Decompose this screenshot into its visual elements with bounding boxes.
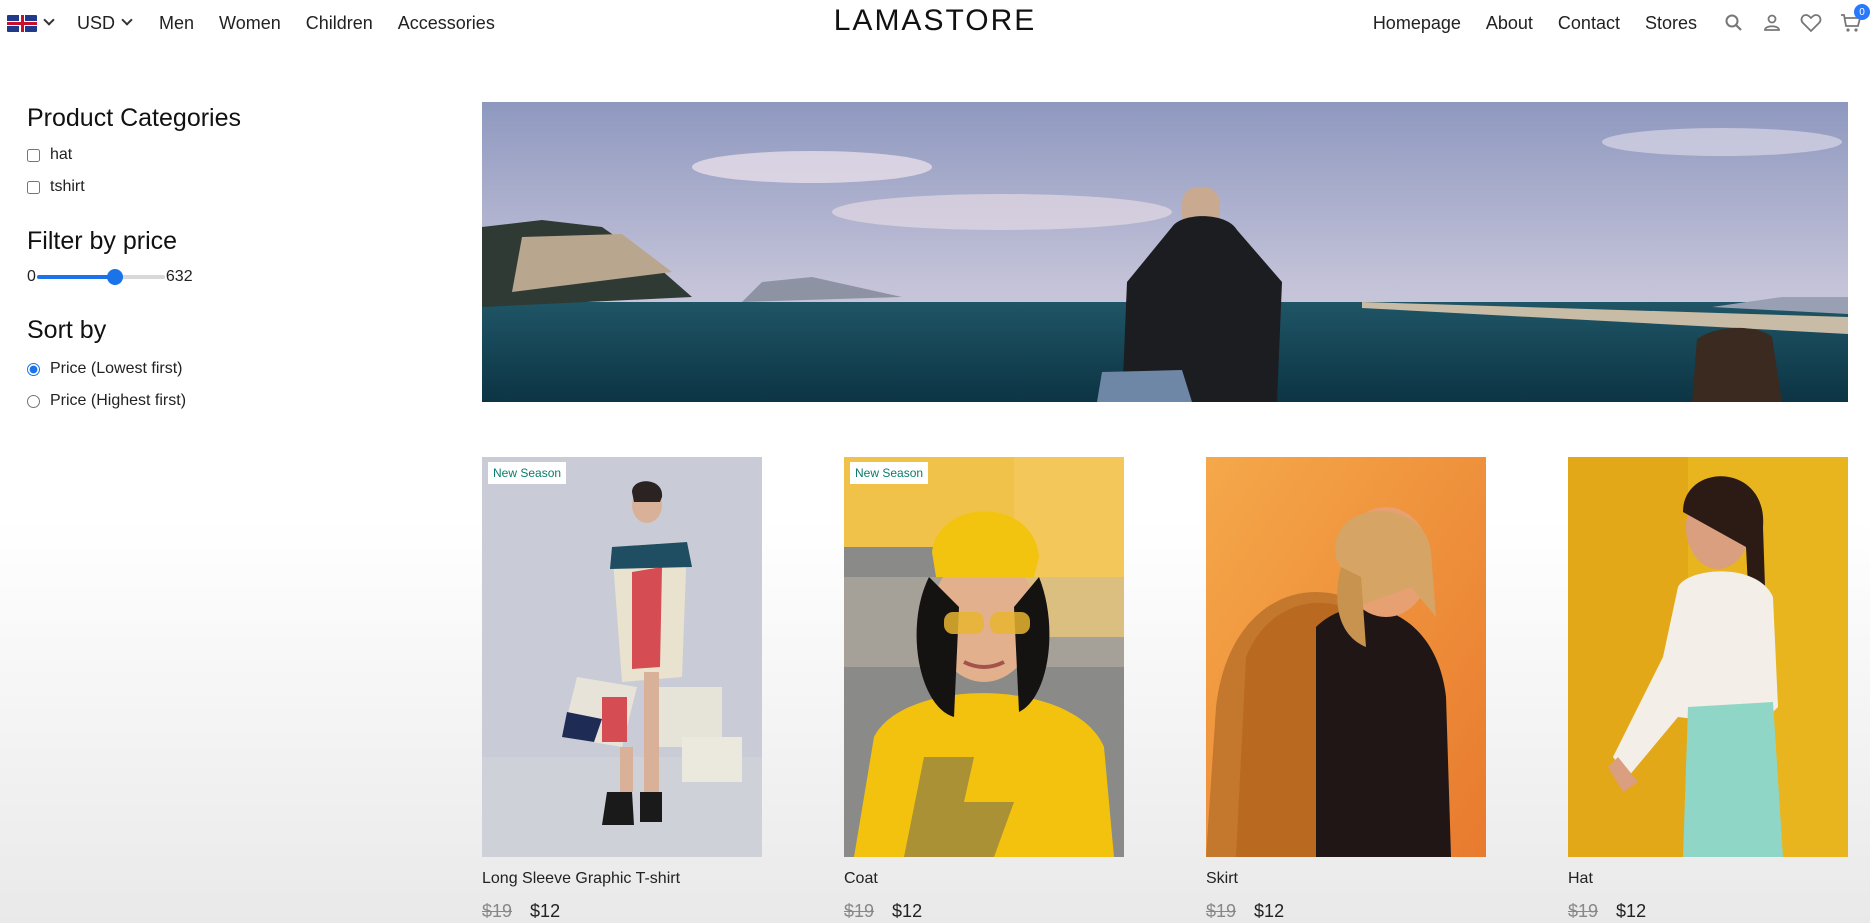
cart-button[interactable]: 0 bbox=[1840, 4, 1870, 33]
current-price: $12 bbox=[530, 901, 561, 921]
product-prices: $19 $12 bbox=[1568, 901, 1848, 922]
nav-link-stores[interactable]: Stores bbox=[1645, 13, 1697, 34]
old-price: $19 bbox=[1568, 901, 1599, 921]
old-price: $19 bbox=[844, 901, 875, 921]
language-selector[interactable] bbox=[7, 14, 55, 32]
product-image[interactable] bbox=[1568, 457, 1848, 857]
chevron-down-icon bbox=[43, 14, 55, 26]
nav-link-men[interactable]: Men bbox=[159, 13, 194, 34]
sort-highest-radio[interactable] bbox=[27, 394, 40, 408]
product-image[interactable]: New Season bbox=[844, 457, 1124, 857]
nav-links-left: Men Women Children Accessories bbox=[159, 13, 495, 34]
product-image[interactable] bbox=[1206, 457, 1486, 857]
price-max-label: 632 bbox=[165, 268, 193, 285]
sort-option-lowest[interactable]: Price (Lowest first) bbox=[27, 359, 357, 379]
current-price: $12 bbox=[892, 901, 923, 921]
product-title[interactable]: Coat bbox=[844, 870, 1124, 888]
currency-selector[interactable]: USD bbox=[77, 12, 133, 34]
uk-flag-icon bbox=[7, 14, 37, 32]
sort-lowest-radio[interactable] bbox=[27, 362, 40, 376]
current-price: $12 bbox=[1254, 901, 1285, 921]
nav-link-homepage[interactable]: Homepage bbox=[1373, 13, 1461, 34]
category-banner-image bbox=[482, 102, 1848, 402]
product-title[interactable]: Long Sleeve Graphic T-shirt bbox=[482, 870, 762, 888]
product-prices: $19 $12 bbox=[482, 901, 762, 922]
price-slider[interactable] bbox=[36, 269, 165, 285]
sort-title: Sort by bbox=[27, 316, 107, 344]
old-price: $19 bbox=[1206, 901, 1237, 921]
nav-link-women[interactable]: Women bbox=[219, 13, 281, 34]
currency-label: USD bbox=[77, 12, 116, 33]
navbar-right: Homepage About Contact Stores 0 bbox=[1373, 4, 1870, 34]
category-label: hat bbox=[50, 146, 73, 163]
price-filter: 0 632 bbox=[27, 268, 357, 286]
nav-link-about[interactable]: About bbox=[1486, 13, 1533, 34]
product-card[interactable]: New Season Long Sleeve Graphic T-shirt $… bbox=[482, 457, 762, 922]
old-price: $19 bbox=[482, 901, 513, 921]
nav-icons: 0 bbox=[1724, 4, 1870, 33]
price-min-label: 0 bbox=[27, 268, 36, 285]
categories-title: Product Categories bbox=[27, 104, 242, 132]
filter-sidebar: Product Categories hat tshirt Filter by … bbox=[27, 104, 357, 411]
heart-icon[interactable] bbox=[1800, 13, 1822, 33]
product-prices: $19 $12 bbox=[1206, 901, 1486, 922]
sort-option-highest[interactable]: Price (Highest first) bbox=[27, 391, 357, 411]
category-label: tshirt bbox=[50, 178, 85, 195]
category-tshirt[interactable]: tshirt bbox=[27, 177, 357, 197]
product-grid: New Season Long Sleeve Graphic T-shirt $… bbox=[482, 457, 1848, 922]
navbar: USD Men Women Children Accessories LAMAS… bbox=[0, 0, 1870, 46]
cart-count-badge: 0 bbox=[1854, 4, 1870, 20]
product-title[interactable]: Hat bbox=[1568, 870, 1848, 888]
category-hat[interactable]: hat bbox=[27, 145, 357, 165]
product-card[interactable]: New Season Coat $19 $12 bbox=[844, 457, 1124, 922]
new-season-badge: New Season bbox=[850, 462, 929, 484]
chevron-down-icon bbox=[121, 14, 133, 26]
person-icon[interactable] bbox=[1762, 13, 1782, 33]
product-card[interactable]: Skirt $19 $12 bbox=[1206, 457, 1486, 922]
search-icon[interactable] bbox=[1724, 13, 1744, 33]
nav-link-children[interactable]: Children bbox=[306, 13, 373, 34]
product-image[interactable]: New Season bbox=[482, 457, 762, 857]
sort-option-label: Price (Lowest first) bbox=[50, 360, 183, 377]
category-tshirt-checkbox[interactable] bbox=[27, 180, 40, 194]
category-hat-checkbox[interactable] bbox=[27, 148, 40, 162]
product-card[interactable]: Hat $19 $12 bbox=[1568, 457, 1848, 922]
new-season-badge: New Season bbox=[488, 462, 567, 484]
product-title[interactable]: Skirt bbox=[1206, 870, 1486, 888]
nav-links-right: Homepage About Contact Stores bbox=[1373, 13, 1697, 34]
store-logo[interactable]: LAMASTORE bbox=[834, 4, 1037, 38]
slider-thumb[interactable] bbox=[106, 269, 123, 285]
price-filter-title: Filter by price bbox=[27, 227, 178, 255]
slider-fill bbox=[36, 275, 115, 279]
navbar-left: USD Men Women Children Accessories bbox=[0, 13, 495, 34]
sort-option-label: Price (Highest first) bbox=[50, 392, 187, 409]
product-prices: $19 $12 bbox=[844, 901, 1124, 922]
nav-link-contact[interactable]: Contact bbox=[1558, 13, 1620, 34]
current-price: $12 bbox=[1616, 901, 1647, 921]
nav-link-accessories[interactable]: Accessories bbox=[398, 13, 495, 34]
